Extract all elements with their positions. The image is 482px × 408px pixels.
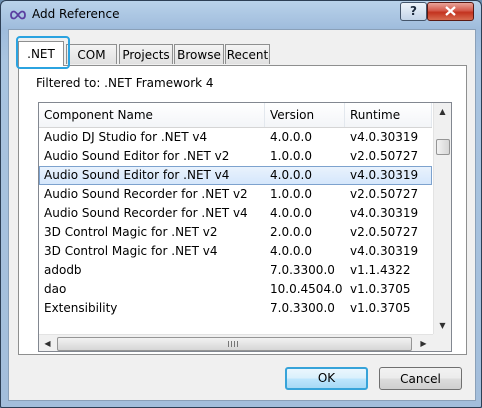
row-version: 4.0.0.0 — [270, 168, 312, 182]
list-row[interactable]: Extensibility 7.0.3300.0 v1.0.3705 — [39, 299, 432, 318]
row-component-name: Audio Sound Editor for .NET v2 — [44, 149, 230, 163]
window-title: Add Reference — [32, 7, 120, 21]
row-version: 1.0.0.0 — [270, 187, 312, 201]
title-bar[interactable]: Add Reference ? — [1, 1, 481, 29]
infinity-app-icon — [10, 10, 26, 20]
column-header-component-name[interactable]: Component Name — [39, 103, 265, 127]
row-runtime: v2.0.50727 — [350, 149, 419, 163]
row-component-name: Extensibility — [44, 301, 118, 315]
row-component-name: Audio Sound Editor for .NET v4 — [44, 168, 230, 182]
list-row[interactable]: Audio Sound Editor for .NET v2 1.0.0.0 v… — [39, 147, 432, 166]
list-header: Component Name Version Runtime — [39, 103, 432, 128]
column-header-version[interactable]: Version — [265, 103, 345, 127]
row-version: 7.0.3300.0 — [270, 301, 335, 315]
list-rows: Audio DJ Studio for .NET v4 4.0.0.0 v4.0… — [39, 128, 432, 318]
net-tab-panel: Filtered to: .NET Framework 4 Component … — [18, 65, 467, 355]
row-version: 4.0.0.0 — [270, 130, 312, 144]
filter-label: Filtered to: .NET Framework 4 — [36, 76, 214, 90]
row-runtime: v1.1.4322 — [350, 263, 411, 277]
row-version: 2.0.0.0 — [270, 225, 312, 239]
row-version: 7.0.3300.0 — [270, 263, 335, 277]
scroll-left-arrow-icon[interactable]: ◀ — [39, 335, 56, 351]
scrollbar-corner — [433, 334, 451, 351]
row-runtime: v2.0.50727 — [350, 225, 419, 239]
scroll-right-arrow-icon[interactable]: ▶ — [415, 335, 432, 351]
column-header-runtime[interactable]: Runtime — [345, 103, 432, 127]
row-component-name: Audio Sound Recorder for .NET v4 — [44, 206, 248, 220]
row-version: 1.0.0.0 — [270, 149, 312, 163]
horizontal-scrollbar[interactable]: ◀ ▶ — [39, 334, 433, 351]
scroll-up-arrow-icon[interactable]: ▲ — [434, 103, 451, 120]
row-component-name: 3D Control Magic for .NET v2 — [44, 225, 218, 239]
list-row[interactable]: Audio DJ Studio for .NET v4 4.0.0.0 v4.0… — [39, 128, 432, 147]
horizontal-scroll-thumb[interactable] — [57, 337, 412, 351]
list-row[interactable]: 3D Control Magic for .NET v4 4.0.0.0 v4.… — [39, 242, 432, 261]
tab-projects[interactable]: Projects — [119, 44, 173, 64]
row-runtime: v4.0.30319 — [350, 168, 419, 182]
component-list[interactable]: Component Name Version Runtime Audio DJ … — [38, 102, 452, 352]
close-button[interactable] — [427, 2, 474, 21]
row-component-name: adodb — [44, 263, 82, 277]
ok-button[interactable]: OK — [285, 367, 368, 390]
scroll-grip-icon — [228, 341, 240, 347]
row-version: 4.0.0.0 — [270, 206, 312, 220]
help-button[interactable]: ? — [400, 2, 427, 21]
row-component-name: 3D Control Magic for .NET v4 — [44, 244, 218, 258]
row-runtime: v4.0.30319 — [350, 244, 419, 258]
cancel-button[interactable]: Cancel — [379, 367, 462, 390]
list-row-selected[interactable]: Audio Sound Editor for .NET v4 4.0.0.0 v… — [39, 166, 432, 185]
vertical-scroll-thumb[interactable] — [436, 139, 450, 155]
row-runtime: v4.0.30319 — [350, 130, 419, 144]
dialog-body: .NET COM Projects Browse Recent Filtered… — [8, 29, 476, 401]
list-row[interactable]: dao 10.0.4504.0 v1.0.3705 — [39, 280, 432, 299]
vertical-scrollbar[interactable]: ▲ ▼ — [433, 103, 451, 334]
add-reference-dialog: Add Reference ? .NET COM Projects Browse… — [0, 0, 482, 408]
row-component-name: Audio DJ Studio for .NET v4 — [44, 130, 208, 144]
row-component-name: Audio Sound Recorder for .NET v2 — [44, 187, 248, 201]
list-row[interactable]: adodb 7.0.3300.0 v1.1.4322 — [39, 261, 432, 280]
row-runtime: v2.0.50727 — [350, 187, 419, 201]
tab-net[interactable]: .NET — [18, 41, 64, 66]
row-runtime: v4.0.30319 — [350, 206, 419, 220]
list-row[interactable]: 3D Control Magic for .NET v2 2.0.0.0 v2.… — [39, 223, 432, 242]
row-runtime: v1.0.3705 — [350, 301, 411, 315]
row-version: 4.0.0.0 — [270, 244, 312, 258]
row-version: 10.0.4504.0 — [270, 282, 343, 296]
scroll-down-arrow-icon[interactable]: ▼ — [434, 317, 451, 334]
tab-com[interactable]: COM — [66, 44, 117, 64]
list-row[interactable]: Audio Sound Recorder for .NET v4 4.0.0.0… — [39, 204, 432, 223]
row-component-name: dao — [44, 282, 67, 296]
tab-recent[interactable]: Recent — [225, 44, 270, 64]
tab-browse[interactable]: Browse — [174, 44, 224, 64]
close-icon — [445, 6, 456, 16]
row-runtime: v1.0.3705 — [350, 282, 411, 296]
list-row[interactable]: Audio Sound Recorder for .NET v2 1.0.0.0… — [39, 185, 432, 204]
